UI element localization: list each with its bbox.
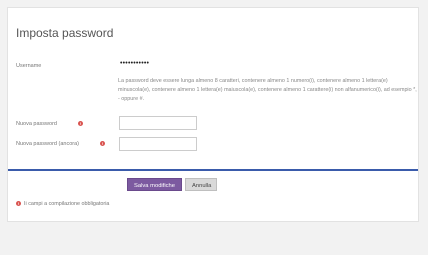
save-changes-button[interactable]: Salva modifiche (127, 178, 182, 191)
new-password-again-input[interactable] (119, 137, 197, 151)
settings-card: Imposta password Username ••••••••••• La… (7, 7, 419, 222)
new-password-input[interactable] (119, 116, 197, 130)
required-fields-note-text: Ii campi a compilazione obbligatoria (24, 201, 110, 207)
cancel-button[interactable]: Annulla (185, 178, 217, 191)
required-fields-note: ! Ii campi a compilazione obbligatoria (16, 201, 109, 207)
new-password-label: Nuova password (16, 121, 57, 127)
username-value: ••••••••••• (118, 59, 186, 69)
required-icon: ! (78, 121, 83, 126)
required-icon: ! (16, 201, 21, 207)
password-requirements-text: La password deve essere lunga almeno 8 c… (118, 78, 417, 102)
required-icon: ! (100, 141, 105, 146)
username-label: Username (16, 63, 42, 69)
new-password-again-label: Nuova password (ancora) (16, 141, 79, 147)
form-separator (8, 169, 418, 171)
page-title: Imposta password (16, 26, 114, 40)
